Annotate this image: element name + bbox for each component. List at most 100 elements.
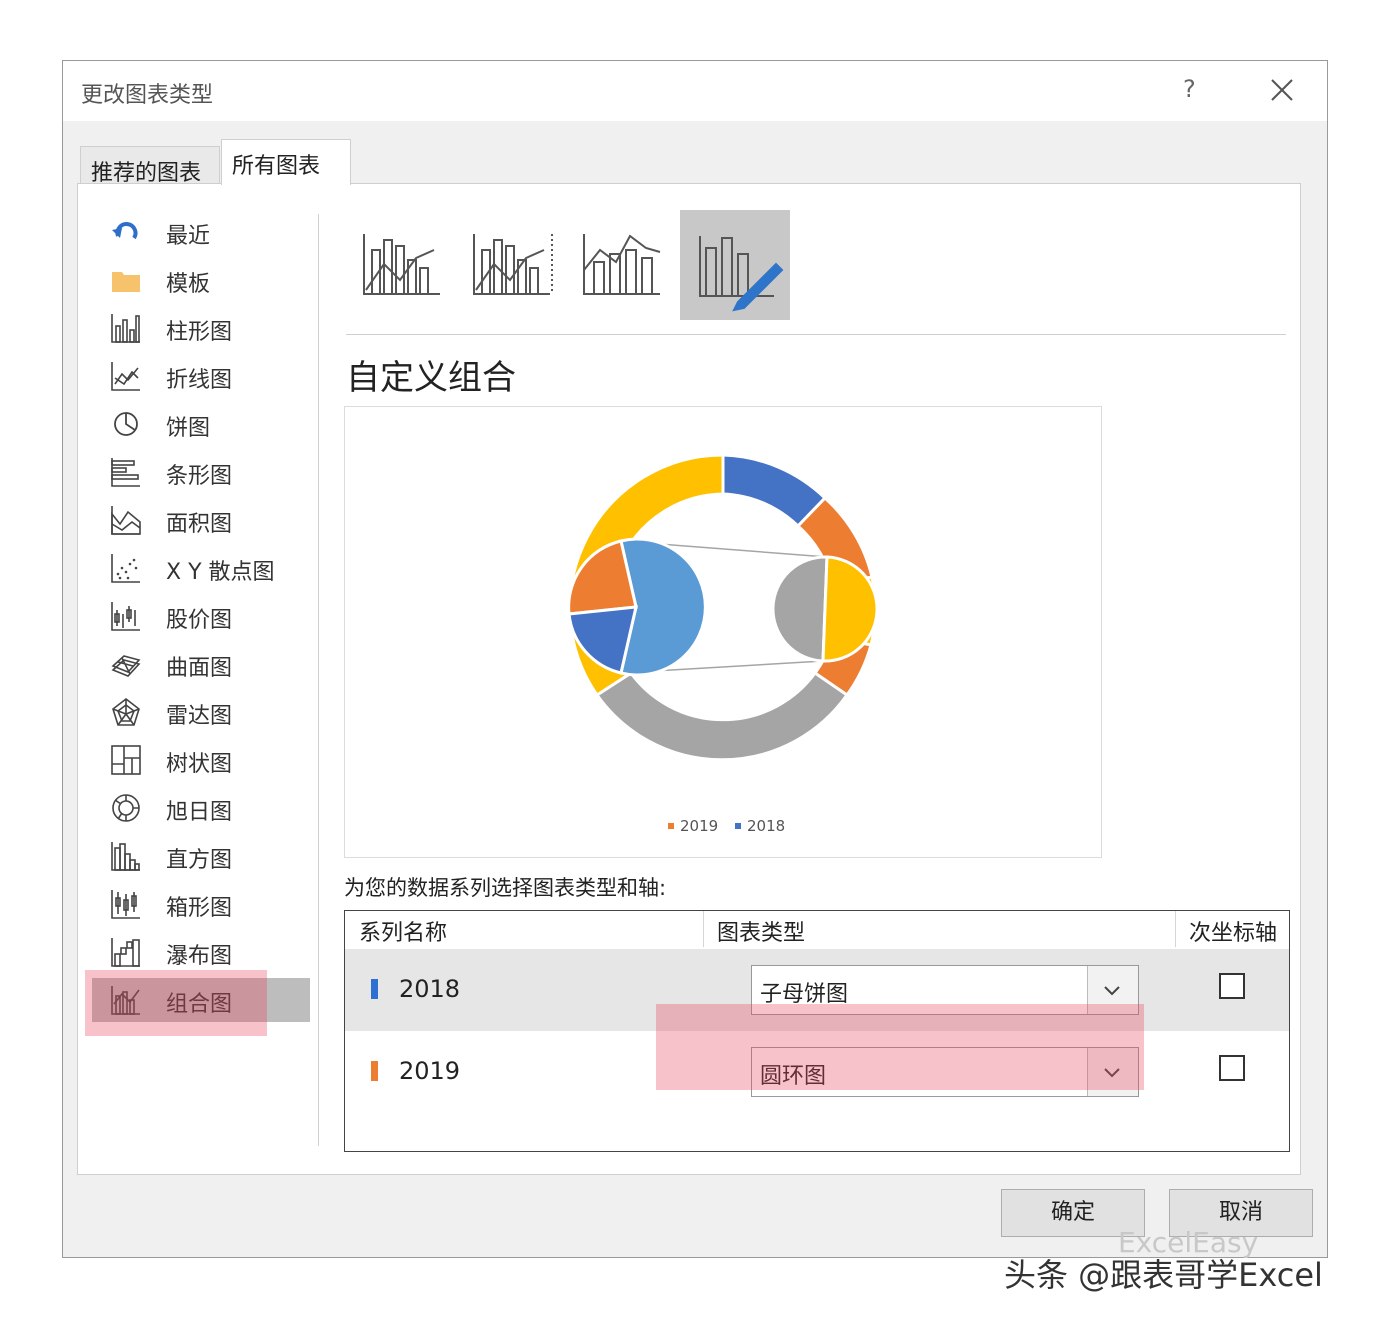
sidebar-item-recent[interactable]: 最近 <box>92 210 310 254</box>
sidebar-item-label: 树状图 <box>166 752 233 777</box>
sidebar-item-label: 股价图 <box>166 608 233 633</box>
header-secondary-axis: 次坐标轴 <box>1189 921 1278 946</box>
subtype-title: 自定义组合 <box>346 358 516 398</box>
help-icon[interactable]: ? <box>1183 75 1196 103</box>
legend-swatch-2018 <box>735 823 741 829</box>
tab-all-charts[interactable]: 所有图表 <box>221 139 351 185</box>
subtype-clustered-column-line[interactable] <box>350 210 460 320</box>
main-pie <box>567 537 707 677</box>
header-divider <box>1175 911 1176 947</box>
subtype-custom-combination[interactable] <box>680 210 790 320</box>
dialog-title: 更改图表类型 <box>81 83 214 108</box>
chart-type-value: 圆环图 <box>760 1064 827 1089</box>
sidebar-item-stock[interactable]: 股价图 <box>92 594 310 638</box>
line-chart-icon <box>111 362 140 391</box>
bar-chart-icon <box>111 458 140 487</box>
sidebar-item-templates[interactable]: 模板 <box>92 258 310 302</box>
scatter-chart-icon <box>111 554 140 583</box>
header-chart-type: 图表类型 <box>717 921 806 946</box>
ring-segment-gray <box>594 670 850 762</box>
sidebar-item-line[interactable]: 折线图 <box>92 354 310 398</box>
subtype-stacked-area-column[interactable] <box>570 210 680 320</box>
combo-chart-icon <box>111 986 140 1015</box>
table-row-2018[interactable]: 2018 子母饼图 <box>345 949 1289 1031</box>
secondary-axis-checkbox-2019[interactable] <box>1219 1055 1245 1081</box>
sidebar-item-pie[interactable]: 饼图 <box>92 402 310 446</box>
sub-pie <box>771 555 879 663</box>
sidebar-item-label: 折线图 <box>166 368 233 393</box>
sidebar-item-label: 饼图 <box>166 416 211 441</box>
column-chart-icon <box>111 314 140 343</box>
sidebar-item-area[interactable]: 面积图 <box>92 498 310 542</box>
treemap-chart-icon <box>111 745 141 775</box>
sunburst-chart-icon <box>112 794 140 822</box>
radar-chart-icon <box>112 697 140 726</box>
sidebar-item-label: 瀑布图 <box>166 944 233 969</box>
change-chart-type-dialog: 更改图表类型 ? 推荐的图表 所有图表 最近 模板 柱形图 折线图 饼图 条形图… <box>62 60 1328 1258</box>
sub-pie-gray <box>771 555 829 663</box>
chevron-down-icon <box>1104 986 1120 996</box>
series-name: 2019 <box>399 1057 461 1085</box>
sidebar-divider <box>318 214 319 1146</box>
sidebar-item-label: 直方图 <box>166 848 233 873</box>
header-divider <box>703 911 704 947</box>
sidebar-item-label: 柱形图 <box>166 320 233 345</box>
sidebar-item-scatter[interactable]: X Y 散点图 <box>92 546 310 590</box>
sidebar-item-radar[interactable]: 雷达图 <box>92 690 310 734</box>
sidebar-item-label: 面积图 <box>166 512 233 537</box>
sidebar-item-label: X Y 散点图 <box>166 560 275 585</box>
chart-type-select-2018[interactable]: 子母饼图 <box>751 965 1139 1015</box>
sidebar-item-combo[interactable]: 组合图 <box>92 978 310 1022</box>
stock-chart-icon <box>111 602 140 631</box>
waterfall-chart-icon <box>111 938 140 967</box>
legend-swatch-2019 <box>668 823 674 829</box>
sidebar-item-treemap[interactable]: 树状图 <box>92 738 310 782</box>
folder-icon <box>112 272 140 292</box>
sidebar-item-sunburst[interactable]: 旭日图 <box>92 786 310 830</box>
sidebar-item-box-whisker[interactable]: 箱形图 <box>92 882 310 926</box>
legend-label-2018: 2018 <box>747 817 785 835</box>
preview-chart: 2019 2018 <box>567 453 879 835</box>
dropdown-button[interactable] <box>1087 966 1138 1014</box>
sidebar-item-label: 箱形图 <box>166 896 233 921</box>
chart-preview: 2019 2018 <box>344 406 1102 858</box>
sidebar-item-surface[interactable]: 曲面图 <box>92 642 310 686</box>
sidebar-item-label: 条形图 <box>166 464 233 489</box>
header-series-name: 系列名称 <box>359 921 448 946</box>
title-bar: 更改图表类型 ? <box>63 61 1327 121</box>
sidebar-item-label: 曲面图 <box>166 656 233 681</box>
sidebar-item-bar[interactable]: 条形图 <box>92 450 310 494</box>
sidebar-item-label: 最近 <box>166 224 211 249</box>
histogram-chart-icon <box>111 842 140 871</box>
series-color-swatch <box>371 1061 378 1081</box>
chart-type-value: 子母饼图 <box>760 982 849 1007</box>
box-whisker-chart-icon <box>111 890 140 919</box>
sidebar-item-label: 雷达图 <box>166 704 233 729</box>
sidebar-item-histogram[interactable]: 直方图 <box>92 834 310 878</box>
sidebar-item-waterfall[interactable]: 瀑布图 <box>92 930 310 974</box>
tab-recommended-charts[interactable]: 推荐的图表 <box>80 146 220 186</box>
pie-chart-icon <box>114 412 138 436</box>
legend-label-2019: 2019 <box>680 817 718 835</box>
sidebar-item-label: 模板 <box>166 272 211 297</box>
chevron-down-icon <box>1104 1068 1120 1078</box>
subtype-divider <box>346 334 1286 335</box>
series-table: 系列名称 图表类型 次坐标轴 2018 子母饼图 2019 圆环图 <box>344 910 1290 1152</box>
recent-arrow-icon <box>112 222 138 240</box>
watermark-text: 头条 @跟表哥学Excel <box>1004 1256 1323 1294</box>
area-chart-icon <box>111 506 141 535</box>
series-name: 2018 <box>399 975 461 1003</box>
chart-type-select-2019[interactable]: 圆环图 <box>751 1047 1139 1097</box>
dropdown-button[interactable] <box>1087 1048 1138 1096</box>
series-color-swatch <box>371 979 378 999</box>
all-charts-panel: 最近 模板 柱形图 折线图 饼图 条形图 面积图 X Y 散点图 股价图 曲面图… <box>77 183 1301 1175</box>
subtype-clustered-column-line-secondary[interactable] <box>460 210 570 320</box>
close-icon[interactable] <box>1269 77 1295 103</box>
surface-chart-icon <box>111 655 141 677</box>
series-instruction: 为您的数据系列选择图表类型和轴: <box>344 876 667 900</box>
sidebar-item-label: 旭日图 <box>166 800 233 825</box>
secondary-axis-checkbox-2018[interactable] <box>1219 973 1245 999</box>
sidebar-item-column[interactable]: 柱形图 <box>92 306 310 350</box>
sidebar-item-label: 组合图 <box>166 992 233 1017</box>
table-row-2019[interactable]: 2019 圆环图 <box>345 1031 1289 1113</box>
